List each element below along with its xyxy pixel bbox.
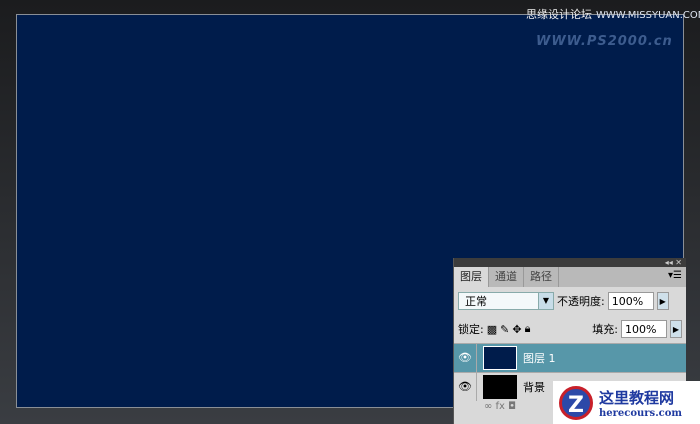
blend-mode-select[interactable]: 正常 ▼ [458,292,554,310]
eye-icon[interactable]: 👁︎ [454,344,477,372]
fill-label: 填充: [592,323,618,336]
layer-name: 图层 1 [523,352,556,365]
logo-title: 这里教程网 [599,388,675,407]
blend-mode-value: 正常 [465,295,487,308]
logo-mark: Z [559,385,593,420]
chevron-down-icon: ▼ [538,293,553,309]
lock-label: 锁定: [458,323,484,336]
layer-row[interactable]: 👁︎ 图层 1 [454,343,686,372]
tab-paths[interactable]: 路径 [524,267,559,287]
opacity-label: 不透明度: [557,295,605,308]
watermark-text: 思缘设计论坛 [526,8,592,21]
opacity-slider-button[interactable]: ▶ [656,292,669,310]
lock-transparency-icon[interactable]: ▩ [487,323,497,336]
fill-slider-button[interactable]: ▶ [670,320,682,338]
layer-thumbnail [483,375,517,399]
layer-name: 背景 [523,381,545,394]
logo-url: herecours.com [599,407,683,419]
eye-icon[interactable]: 👁︎ [454,373,477,401]
tab-channels[interactable]: 通道 [489,267,524,287]
watermark-ps2000: WWW.PS2000.cn [536,34,673,49]
tab-layers[interactable]: 图层 [454,267,489,287]
fill-input[interactable]: 100% [621,320,667,338]
site-logo: Z 这里教程网 herecours.com [553,381,700,424]
panel-titlebar[interactable]: ◂◂ ✕ [454,258,686,267]
watermark-missyuan: 思缘设计论坛 WWW.MISSYUAN.COM [526,6,700,22]
watermark-url: WWW.MISSYUAN.COM [596,10,700,21]
layer-thumbnail [483,346,517,370]
lock-move-icon[interactable]: ✥ [512,323,521,336]
panel-menu-icon[interactable]: ▾☰ [668,270,682,281]
opacity-input[interactable]: 100% [607,292,654,310]
lock-all-icon[interactable]: 🔒︎ [525,322,531,336]
lock-paint-icon[interactable]: ✎ [500,323,509,336]
